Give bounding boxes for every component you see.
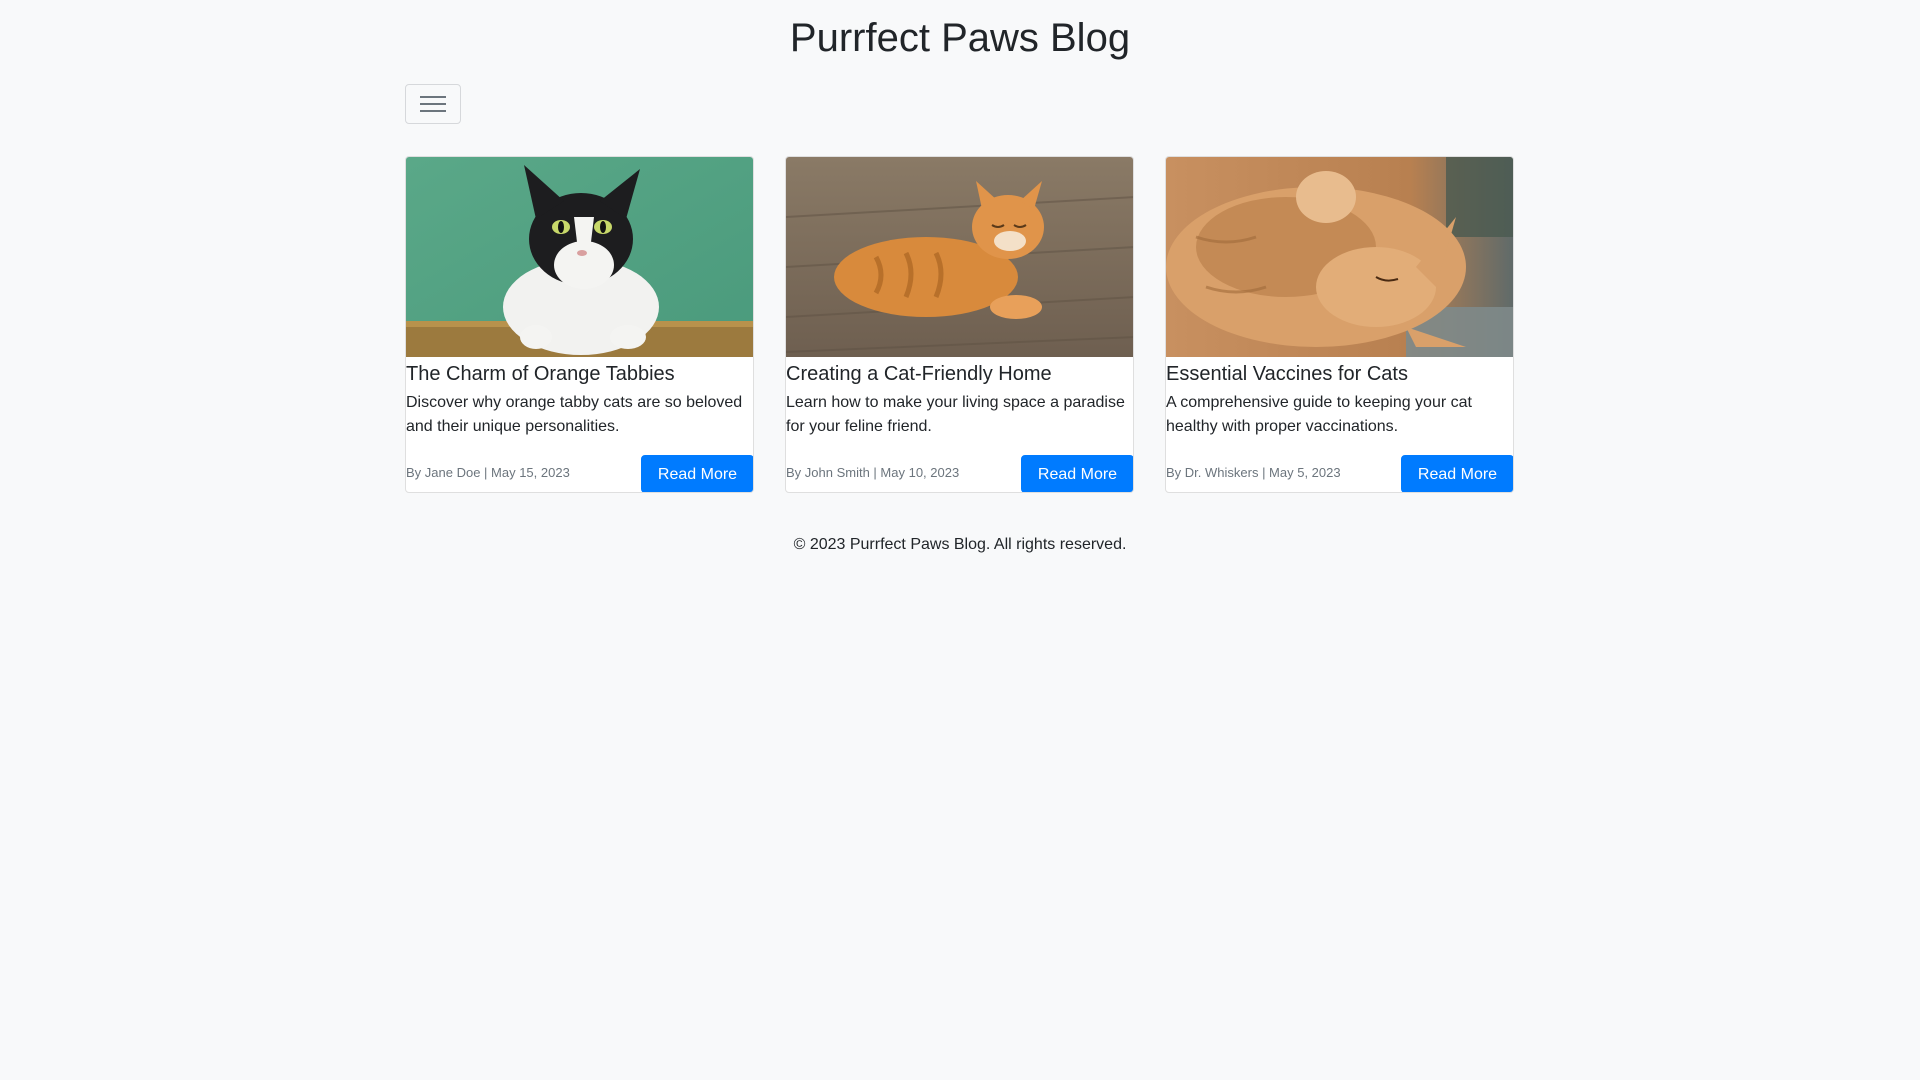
card-title: Creating a Cat-Friendly Home (786, 363, 1052, 385)
hamburger-menu-icon (420, 96, 446, 112)
blog-card: The Charm of Orange Tabbies Discover why… (405, 156, 754, 493)
blog-card: Creating a Cat-Friendly Home Learn how t… (785, 156, 1134, 493)
read-more-button[interactable]: Read More (1401, 455, 1513, 492)
fluffy-orange-cat-photo (1166, 157, 1513, 357)
blog-card: Essential Vaccines for Cats A comprehens… (1165, 156, 1514, 493)
page-title: Purrfect Paws Blog (789, 16, 1131, 60)
menu-toggle-button[interactable] (405, 84, 461, 124)
card-meta: By John Smith | May 10, 2023 (786, 465, 960, 480)
card-excerpt: A comprehensive guide to keeping your ca… (1166, 394, 1472, 435)
read-more-button[interactable]: Read More (641, 455, 753, 492)
orange-tabby-lying-photo (786, 157, 1133, 357)
footer-copyright: © 2023 Purrfect Paws Blog. All rights re… (793, 536, 1127, 553)
read-more-button[interactable]: Read More (1021, 455, 1133, 492)
card-excerpt: Learn how to make your living space a pa… (786, 394, 1125, 435)
card-title: Essential Vaccines for Cats (1166, 363, 1408, 385)
card-meta: By Dr. Whiskers | May 5, 2023 (1166, 465, 1341, 480)
card-meta: By Jane Doe | May 15, 2023 (406, 465, 570, 480)
black-white-cat-photo (406, 157, 753, 357)
card-title: The Charm of Orange Tabbies (406, 363, 675, 385)
card-excerpt: Discover why orange tabby cats are so be… (406, 394, 743, 435)
